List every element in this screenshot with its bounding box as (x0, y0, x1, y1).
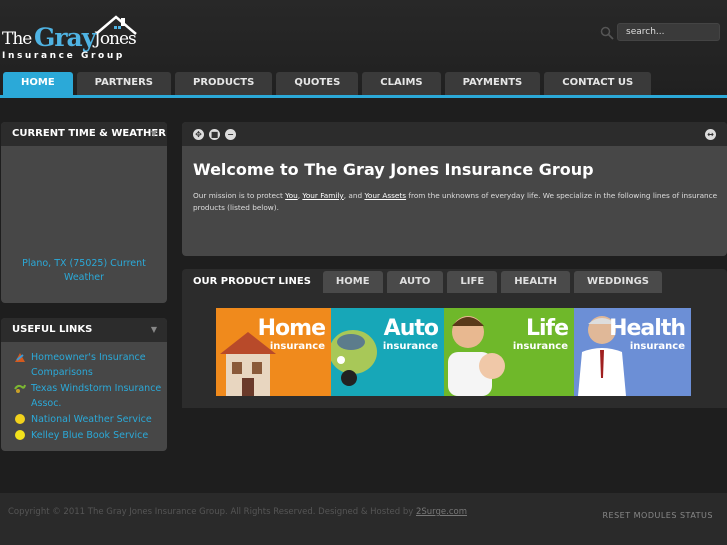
nav-quotes[interactable]: QUOTES (276, 72, 359, 96)
chevron-down-icon[interactable]: ▼ (151, 122, 157, 146)
site-logo[interactable]: The Gray Jones Insurance Group (0, 14, 140, 66)
banner-health-subtitle: insurance (629, 341, 685, 352)
link-label: National Weather Service (31, 414, 152, 425)
banner-auto[interactable]: Auto insurance (331, 308, 444, 396)
tab-health[interactable]: HEALTH (501, 271, 571, 293)
mission-text: Our mission is to protect You, Your Fami… (193, 190, 718, 214)
link-homeowners-insurance[interactable]: Homeowner's Insurance Comparisons (14, 350, 167, 380)
tab-our-product-lines[interactable]: OUR PRODUCT LINES (185, 271, 319, 293)
link-label: Texas Windstorm Insurance Assoc. (31, 383, 162, 409)
main-nav: HOME PARTNERS PRODUCTS QUOTES CLAIMS PAY… (3, 72, 652, 96)
weather-panel: CURRENT TIME & WEATHER ▼ Plano, TX (7502… (1, 122, 167, 303)
logo-group: Insurance Group (2, 51, 125, 61)
banner-life-title: Life (525, 316, 569, 341)
logo-gray: Gray (34, 23, 96, 52)
banner-auto-subtitle: insurance (382, 341, 438, 352)
tab-home[interactable]: HOME (322, 271, 383, 293)
nav-partners[interactable]: PARTNERS (76, 72, 171, 96)
welcome-title: Welcome to The Gray Jones Insurance Grou… (193, 160, 594, 179)
car-illustration (331, 330, 377, 386)
weather-panel-header[interactable]: CURRENT TIME & WEATHER ▼ (1, 122, 167, 146)
banner-home[interactable]: Home insurance (216, 308, 331, 396)
banner-health-title: Health (609, 316, 686, 341)
mission-prefix: Our mission is to protect (193, 191, 286, 200)
chevron-down-icon[interactable]: ▼ (151, 318, 157, 342)
link-national-weather-service[interactable]: National Weather Service (14, 412, 167, 427)
product-tabs: OUR PRODUCT LINES HOME AUTO LIFE HEALTH … (185, 271, 663, 293)
search-input[interactable] (617, 23, 720, 41)
useful-links-list: Homeowner's Insurance Comparisons Texas … (1, 342, 167, 443)
search-icon (600, 26, 614, 40)
link-you[interactable]: You (285, 191, 298, 200)
link-label: Homeowner's Insurance Comparisons (31, 352, 146, 378)
weather-location-link[interactable]: Plano, TX (75025) Current Weather (1, 257, 167, 285)
useful-links-header[interactable]: USEFUL LINKS ▼ (1, 318, 167, 342)
tab-auto[interactable]: AUTO (386, 271, 444, 293)
house-icon (15, 353, 25, 362)
weather-service-icon (15, 414, 25, 424)
link-kelley-blue-book[interactable]: Kelley Blue Book Service (14, 428, 167, 443)
copyright-label: Copyright © 2011 The Gray Jones Insuranc… (8, 507, 416, 517)
banner-home-title: Home (257, 316, 326, 341)
product-banner: Home insurance Auto insurance Life insur… (216, 308, 691, 396)
nav-contact-us[interactable]: CONTACT US (544, 72, 652, 96)
wind-icon (14, 384, 26, 393)
link-texas-windstorm[interactable]: Texas Windstorm Insurance Assoc. (14, 381, 167, 411)
link-your-assets[interactable]: Your Assets (364, 191, 406, 200)
copyright-text: Copyright © 2011 The Gray Jones Insuranc… (8, 507, 467, 517)
tab-weddings[interactable]: WEDDINGS (574, 271, 663, 293)
useful-links-title: USEFUL LINKS (12, 324, 93, 335)
nav-home[interactable]: HOME (3, 72, 73, 96)
weather-panel-title: CURRENT TIME & WEATHER (12, 128, 166, 139)
banner-life-subtitle: insurance (512, 341, 568, 352)
banner-health[interactable]: Health insurance (574, 308, 691, 396)
kbb-icon (15, 430, 25, 440)
nav-products[interactable]: PRODUCTS (174, 72, 273, 96)
expand-arrows-icon[interactable]: ↔ (705, 129, 716, 140)
module-control-bar: ✥ ■ − ↔ (182, 122, 727, 146)
useful-links-panel: USEFUL LINKS ▼ Homeowner's Insurance Com… (1, 318, 167, 451)
maximize-icon[interactable]: ■ (209, 129, 220, 140)
banner-life[interactable]: Life insurance (444, 308, 574, 396)
product-lines-module: OUR PRODUCT LINES HOME AUTO LIFE HEALTH … (182, 269, 727, 408)
product-area: Home insurance Auto insurance Life insur… (182, 293, 727, 408)
link-label: Kelley Blue Book Service (31, 430, 149, 441)
tab-life[interactable]: LIFE (447, 271, 498, 293)
designer-link[interactable]: 2Surge.com (416, 507, 467, 517)
welcome-module: ✥ ■ − ↔ Welcome to The Gray Jones Insura… (182, 122, 727, 256)
link-your-family[interactable]: Your Family (302, 191, 343, 200)
family-illustration (448, 316, 505, 396)
banner-auto-title: Auto (383, 316, 439, 341)
nav-claims[interactable]: CLAIMS (362, 72, 441, 96)
minimize-icon[interactable]: − (225, 129, 236, 140)
nav-payments[interactable]: PAYMENTS (444, 72, 541, 96)
reset-modules-link[interactable]: RESET MODULES STATUS (602, 511, 713, 520)
logo-jones: Jones (94, 29, 137, 49)
nav-underline (0, 95, 727, 98)
move-icon[interactable]: ✥ (193, 129, 204, 140)
banner-home-subtitle: insurance (269, 341, 325, 352)
logo-the: The (2, 29, 32, 49)
mission-sep: , and (343, 191, 365, 200)
